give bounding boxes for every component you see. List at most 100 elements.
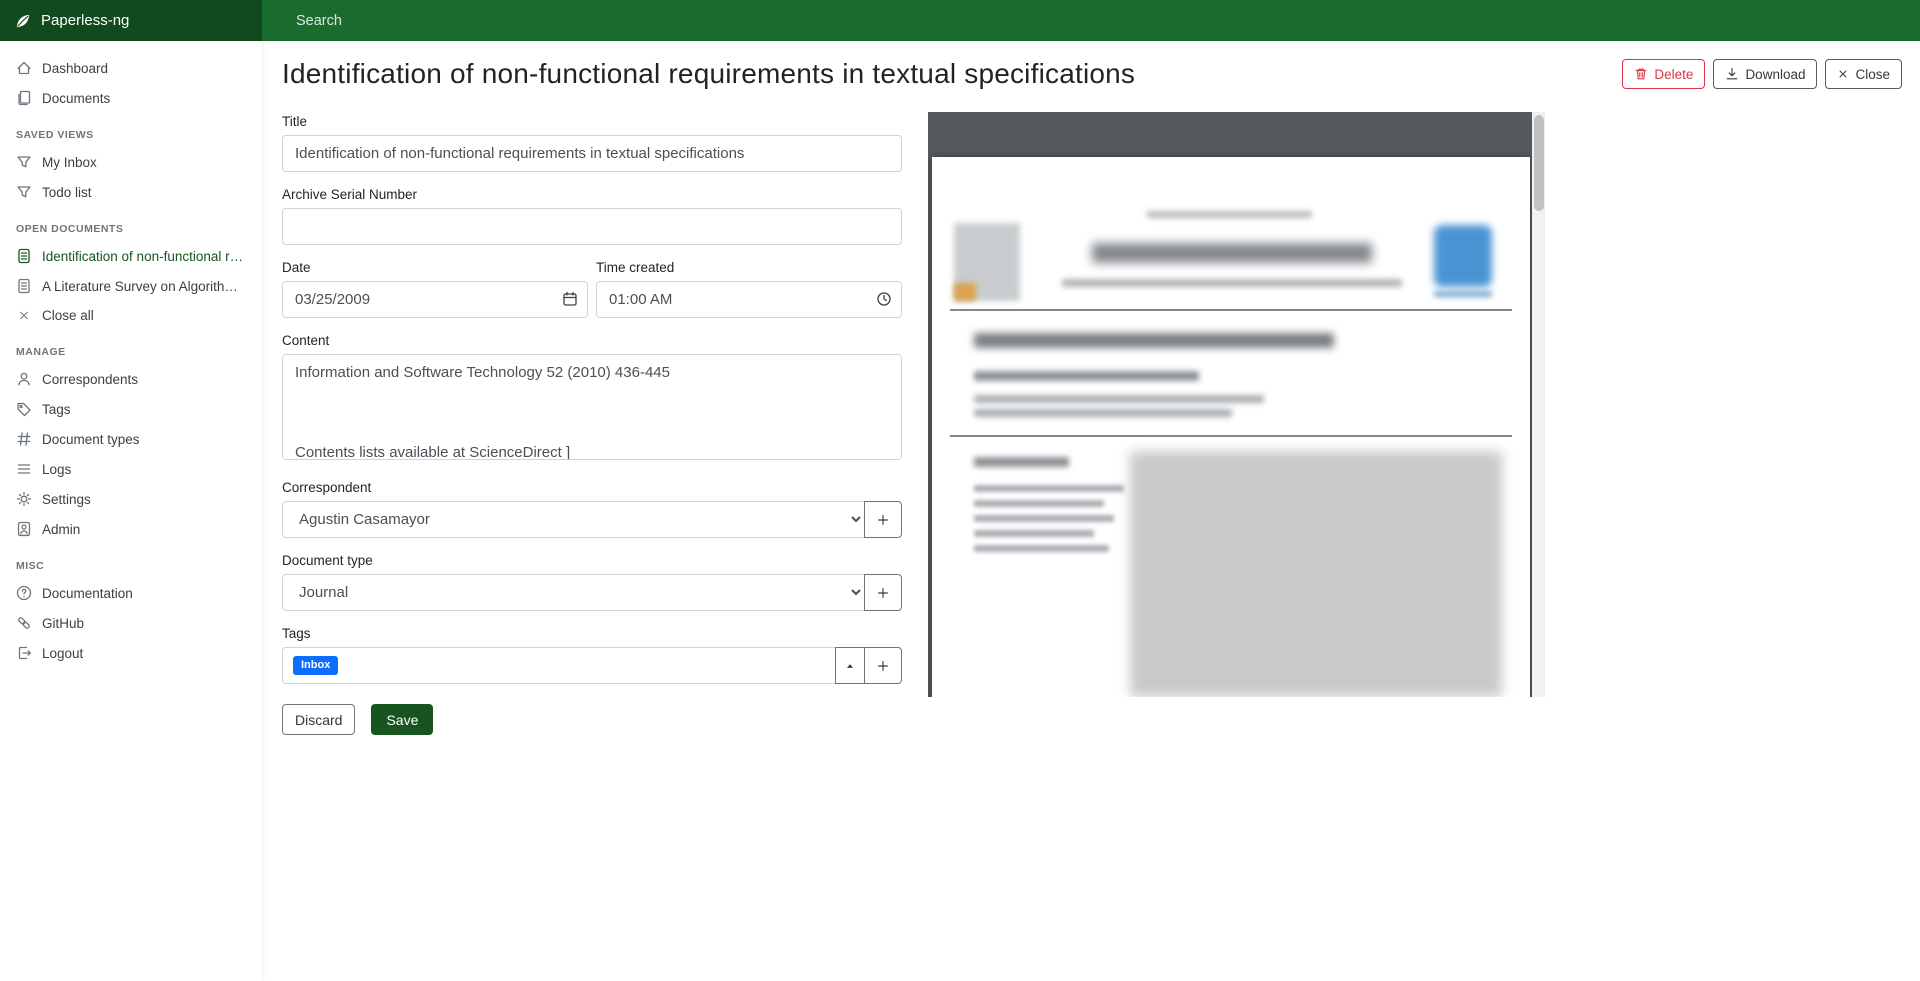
pdf-viewer	[928, 112, 1532, 697]
sidebar-item-label: Todo list	[42, 185, 92, 200]
delete-button[interactable]: Delete	[1622, 59, 1705, 89]
tags-input[interactable]: Inbox	[282, 647, 836, 684]
close-button[interactable]: Close	[1825, 59, 1902, 89]
sidebar-item-dashboard[interactable]: Dashboard	[0, 53, 262, 83]
pdf-rule	[950, 435, 1512, 437]
sidebar-item-close-all[interactable]: Close all	[0, 301, 262, 330]
close-icon	[1837, 68, 1849, 80]
preview-scrollbar-thumb[interactable]	[1534, 115, 1544, 211]
search-input[interactable]	[262, 0, 1920, 41]
close-icon	[16, 309, 32, 322]
sidebar-item-my-inbox[interactable]: My Inbox	[0, 147, 262, 177]
sidebar-item-documentation[interactable]: Documentation	[0, 578, 262, 608]
sidebar-item-label: Logs	[42, 462, 71, 477]
sidebar-item-label: Document types	[42, 432, 140, 447]
time-created-input[interactable]	[596, 281, 902, 318]
pdf-blur-cover-accent	[954, 283, 976, 301]
plus-icon	[876, 586, 890, 600]
documents-icon	[16, 90, 32, 106]
sidebar-item-label: Admin	[42, 522, 80, 537]
document-edit-form: Title Archive Serial Number Date	[282, 114, 902, 735]
preview-scrollbar[interactable]	[1532, 112, 1545, 697]
calendar-icon[interactable]	[562, 291, 578, 307]
asn-label: Archive Serial Number	[282, 187, 902, 202]
sidebar-section-misc: MISC	[0, 544, 262, 578]
person-badge-icon	[16, 521, 32, 537]
add-correspondent-button[interactable]	[864, 501, 902, 538]
pdf-blur-article-title	[974, 333, 1334, 348]
pdf-blur-affiliation-2	[974, 409, 1232, 417]
trash-icon	[1634, 67, 1648, 81]
pdf-blur-info-line	[974, 485, 1124, 492]
plus-icon	[876, 659, 890, 673]
date-input[interactable]	[282, 281, 588, 318]
sidebar-item-github[interactable]: GitHub	[0, 608, 262, 638]
funnel-icon	[16, 184, 32, 200]
tag-badge-inbox[interactable]: Inbox	[293, 656, 338, 675]
sidebar-item-label: Logout	[42, 646, 83, 661]
sidebar-item-label: Identification of non-functional require…	[42, 249, 246, 264]
hash-icon	[16, 431, 32, 447]
pdf-blur-info-line	[974, 530, 1094, 537]
content-textarea[interactable]: Information and Software Technology 52 (…	[282, 354, 902, 460]
tags-collapse-button[interactable]	[835, 647, 865, 684]
pdf-blur-publisher-line	[1434, 291, 1492, 297]
download-button[interactable]: Download	[1713, 59, 1817, 89]
gear-icon	[16, 491, 32, 507]
sidebar-item-open-doc-2[interactable]: A Literature Survey on Algorithms for Mu…	[0, 271, 262, 301]
add-tag-button[interactable]	[864, 647, 902, 684]
brand-name: Paperless-ng	[41, 12, 129, 29]
main-content: Identification of non-functional require…	[262, 41, 1920, 981]
navbar-search	[262, 0, 1920, 41]
asn-input[interactable]	[282, 208, 902, 245]
plus-icon	[876, 513, 890, 527]
sidebar-item-settings[interactable]: Settings	[0, 484, 262, 514]
file-text-icon	[16, 248, 32, 264]
download-button-label: Download	[1745, 67, 1805, 82]
pdf-blur-info-line	[974, 545, 1109, 552]
time-created-label: Time created	[596, 260, 902, 275]
document-preview	[928, 112, 1545, 697]
funnel-icon	[16, 154, 32, 170]
clock-icon[interactable]	[876, 291, 892, 307]
sidebar-item-todo-list[interactable]: Todo list	[0, 177, 262, 207]
app-window: Paperless-ng Dashboard Documents SAVED V…	[0, 0, 1920, 981]
correspondent-label: Correspondent	[282, 480, 902, 495]
sidebar-item-label: Tags	[42, 402, 71, 417]
pdf-blur-info-heading	[974, 457, 1069, 467]
sidebar-item-tags[interactable]: Tags	[0, 394, 262, 424]
content-label: Content	[282, 333, 902, 348]
sidebar-item-label: My Inbox	[42, 155, 97, 170]
save-button[interactable]: Save	[371, 704, 433, 735]
sidebar-item-document-types[interactable]: Document types	[0, 424, 262, 454]
navbar-brand[interactable]: Paperless-ng	[0, 0, 262, 41]
sidebar-item-correspondents[interactable]: Correspondents	[0, 364, 262, 394]
title-input[interactable]	[282, 135, 902, 172]
correspondent-select[interactable]: Agustin Casamayor	[282, 501, 865, 538]
sidebar-item-open-doc-1[interactable]: Identification of non-functional require…	[0, 241, 262, 271]
list-icon	[16, 461, 32, 477]
sidebar-item-label: Documentation	[42, 586, 133, 601]
sidebar-item-logout[interactable]: Logout	[0, 638, 262, 668]
tags-label: Tags	[282, 626, 902, 641]
logout-icon	[16, 645, 32, 661]
pdf-blur-abstract-block	[1130, 451, 1502, 697]
document-type-select[interactable]: Journal	[282, 574, 865, 611]
house-icon	[16, 60, 32, 76]
date-label: Date	[282, 260, 588, 275]
sidebar-section-saved-views: SAVED VIEWS	[0, 113, 262, 147]
pdf-blur-info-line	[974, 515, 1114, 522]
discard-button[interactable]: Discard	[282, 704, 355, 735]
person-icon	[16, 371, 32, 387]
sidebar-item-admin[interactable]: Admin	[0, 514, 262, 544]
sidebar-item-label: Correspondents	[42, 372, 138, 387]
sidebar-item-logs[interactable]: Logs	[0, 454, 262, 484]
add-document-type-button[interactable]	[864, 574, 902, 611]
sidebar-item-documents[interactable]: Documents	[0, 83, 262, 113]
pdf-rule	[950, 309, 1512, 311]
link-icon	[16, 615, 32, 631]
sidebar-item-label: Settings	[42, 492, 91, 507]
sidebar-item-label: Documents	[42, 91, 110, 106]
pdf-blur-journal-subline	[1062, 279, 1402, 287]
close-button-label: Close	[1855, 67, 1890, 82]
